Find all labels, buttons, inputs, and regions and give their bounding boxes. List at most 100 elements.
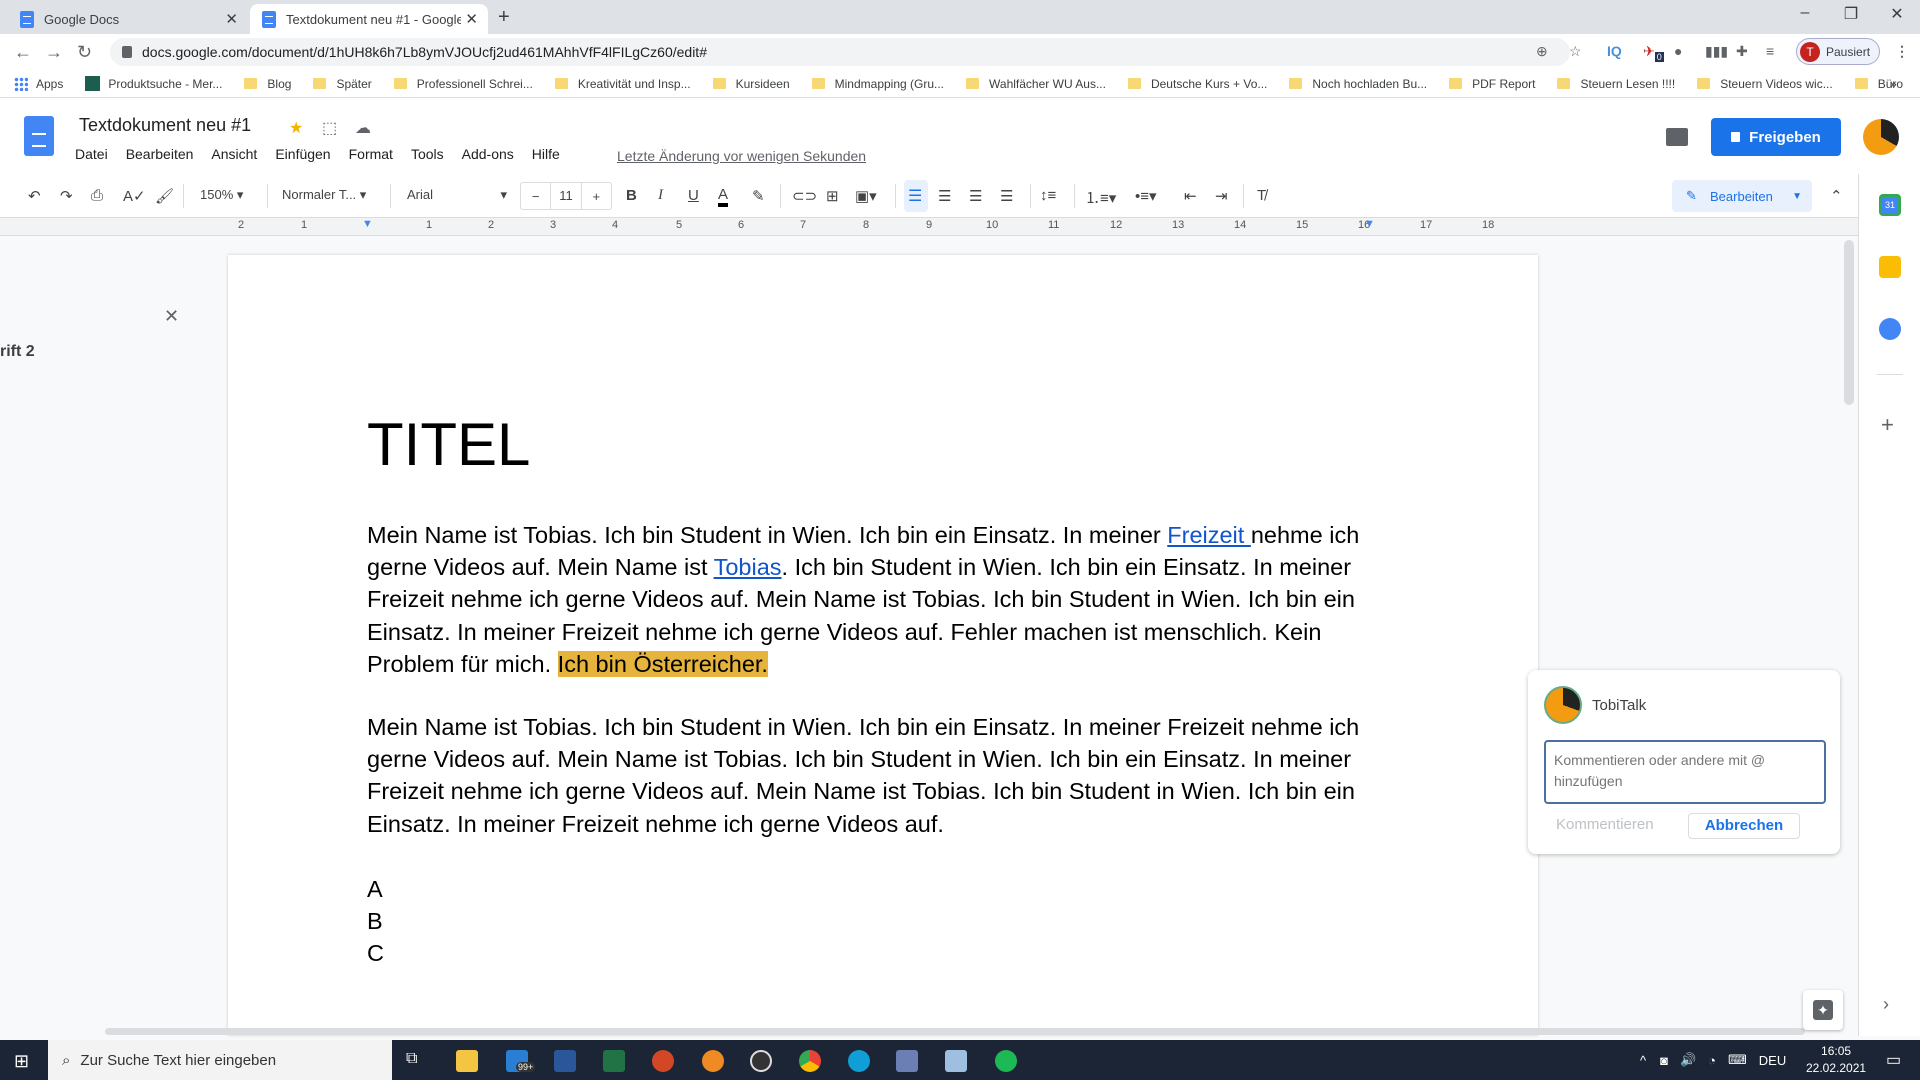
reload-icon[interactable]: ↻ [77, 42, 92, 63]
justify-icon[interactable]: ☰ [1000, 187, 1013, 205]
font-size-stepper[interactable]: − 11 + [520, 182, 612, 210]
clock[interactable]: 16:05 22.02.2021 [1806, 1043, 1866, 1077]
menu-format[interactable]: Format [346, 146, 396, 162]
tab-textdokument[interactable]: Textdokument neu #1 - Google D ✕ [250, 4, 488, 34]
excel-icon[interactable] [603, 1050, 625, 1072]
notifications-icon[interactable]: ▭ [1886, 1050, 1901, 1070]
comment-input[interactable] [1544, 740, 1826, 804]
document-page[interactable]: TITEL Mein Name ist Tobias. Ich bin Stud… [228, 255, 1538, 1035]
bookmark-item[interactable]: Produktsuche - Mer... [85, 76, 222, 91]
document-app-icon[interactable] [945, 1050, 967, 1072]
bulleted-list-icon[interactable]: •≡▾ [1135, 187, 1157, 205]
bookmark-folder[interactable]: Später [313, 77, 372, 91]
bookmark-folder[interactable]: Noch hochladen Bu... [1289, 77, 1427, 91]
powerpoint-icon[interactable] [652, 1050, 674, 1072]
expand-panel-icon[interactable]: › [1883, 994, 1889, 1015]
edge-icon[interactable] [848, 1050, 870, 1072]
keyboard-icon[interactable]: ⌨ [1728, 1052, 1747, 1068]
spotify-icon[interactable] [995, 1050, 1017, 1072]
menu-einfuegen[interactable]: Einfügen [272, 146, 333, 162]
media-queue-icon[interactable]: ≡ [1766, 43, 1774, 59]
increase-indent-icon[interactable]: ⇥ [1215, 187, 1228, 205]
network-icon[interactable]: ◔ [1708, 1053, 1716, 1068]
commented-highlight[interactable]: Ich bin Österreicher. [557, 650, 768, 677]
menu-addons[interactable]: Add-ons [459, 146, 517, 162]
outline-heading-item[interactable]: rift 2 [0, 343, 35, 361]
star-icon[interactable]: ★ [289, 118, 303, 138]
increase-font-size-icon[interactable]: + [582, 189, 611, 204]
link-tobias[interactable]: Tobias [714, 554, 782, 580]
ruler[interactable]: 2 1 ▼ 1 2 3 4 5 6 7 8 9 10 11 12 13 14 1… [0, 218, 1858, 236]
adblock-icon[interactable]: ● [1674, 43, 1682, 59]
numbered-list-icon[interactable]: ⒈≡▾ [1085, 187, 1116, 208]
chrome-icon[interactable] [799, 1050, 821, 1072]
obs-icon[interactable] [750, 1050, 772, 1072]
browser-menu-icon[interactable]: ⋮ [1895, 43, 1909, 60]
camera-icon[interactable]: ◙ [1660, 1053, 1668, 1068]
word-icon[interactable] [554, 1050, 576, 1072]
close-window-button[interactable]: ✕ [1874, 4, 1920, 24]
editing-mode-select[interactable]: ✎ Bearbeiten ▼ [1672, 180, 1812, 212]
bold-icon[interactable]: B [626, 187, 637, 204]
bookmarks-overflow-button[interactable]: » [1890, 77, 1897, 91]
italic-icon[interactable]: I [658, 187, 663, 204]
spellcheck-icon[interactable]: A✓ [123, 187, 146, 205]
stats-extension-icon[interactable]: ▮▮▮ [1705, 43, 1728, 60]
underline-icon[interactable]: U [688, 187, 699, 204]
decrease-indent-icon[interactable]: ⇤ [1184, 187, 1197, 205]
bookmark-folder[interactable]: Steuern Lesen !!!! [1557, 77, 1675, 91]
clear-formatting-icon[interactable]: T̸ [1257, 187, 1266, 204]
taskbar-search[interactable]: ⌕ Zur Suche Text hier eingeben [48, 1040, 392, 1080]
bookmark-star-icon[interactable]: ☆ [1569, 43, 1582, 60]
submit-comment-button[interactable]: Kommentieren [1556, 816, 1654, 833]
font-size-input[interactable]: 11 [550, 183, 582, 209]
zoom-icon[interactable]: ⊕ [1536, 43, 1548, 60]
right-indent-marker[interactable]: ▼ [1364, 218, 1375, 230]
share-button[interactable]: Freigeben [1711, 118, 1841, 156]
paint-format-icon[interactable]: 🖌 [155, 187, 174, 205]
menu-hilfe[interactable]: Hilfe [529, 146, 563, 162]
docs-logo-icon[interactable] [24, 116, 54, 156]
bookmark-folder[interactable]: Deutsche Kurs + Vo... [1127, 77, 1267, 91]
close-tab-icon[interactable]: ✕ [225, 10, 238, 28]
minimize-button[interactable]: – [1782, 4, 1828, 22]
back-icon[interactable]: ← [14, 42, 32, 63]
menu-ansicht[interactable]: Ansicht [208, 146, 260, 162]
menu-datei[interactable]: Datei [72, 146, 111, 162]
insert-image-icon[interactable]: ▣▾ [855, 187, 877, 205]
bookmark-folder[interactable]: Steuern Videos wic... [1697, 77, 1833, 91]
horizontal-scrollbar[interactable] [105, 1028, 1805, 1035]
last-edit-link[interactable]: Letzte Änderung vor wenigen Sekunden [617, 148, 866, 164]
link-freizeit[interactable]: Freizeit [1167, 522, 1251, 548]
explore-button[interactable]: ✦ [1803, 990, 1843, 1030]
app-icon[interactable] [896, 1050, 918, 1072]
address-bar[interactable]: docs.google.com/document/d/1hUH8k6h7Lb8y… [110, 38, 1570, 66]
document-title[interactable]: Textdokument neu #1 [79, 115, 251, 136]
line-spacing-icon[interactable]: ↕≡ [1040, 187, 1056, 204]
left-indent-marker[interactable]: ▼ [362, 218, 373, 230]
show-hidden-icons[interactable]: ^ [1640, 1053, 1646, 1068]
font-select[interactable]: Arial ▾ [407, 187, 507, 202]
extension-bird-icon[interactable]: ✈ 0 [1643, 43, 1664, 62]
align-center-icon[interactable]: ☰ [938, 187, 951, 205]
decrease-font-size-icon[interactable]: − [521, 189, 550, 204]
cancel-comment-button[interactable]: Abbrechen [1688, 813, 1800, 839]
audio-app-icon[interactable] [702, 1050, 724, 1072]
bookmark-folder[interactable]: Professionell Schrei... [393, 77, 533, 91]
align-left-button[interactable]: ☰ [904, 180, 928, 212]
undo-icon[interactable]: ↶ [28, 187, 41, 205]
keep-icon[interactable] [1879, 256, 1901, 278]
iq-extension-icon[interactable]: IQ [1607, 43, 1622, 59]
windows-start-icon[interactable]: ⊞ [14, 1051, 29, 1072]
cloud-saved-icon[interactable]: ☁ [355, 118, 371, 138]
bookmark-folder[interactable]: PDF Report [1449, 77, 1535, 91]
bookmark-apps[interactable]: Apps [14, 76, 63, 91]
tasks-icon[interactable] [1879, 318, 1901, 340]
print-icon[interactable]: ⎙ [91, 187, 103, 204]
zoom-select[interactable]: 150% ▾ [200, 187, 243, 203]
move-folder-icon[interactable]: ⬚ [322, 118, 337, 138]
menu-bearbeiten[interactable]: Bearbeiten [123, 146, 197, 162]
align-right-icon[interactable]: ☰ [969, 187, 982, 205]
restore-button[interactable]: ❐ [1828, 4, 1874, 24]
menu-tools[interactable]: Tools [408, 146, 447, 162]
